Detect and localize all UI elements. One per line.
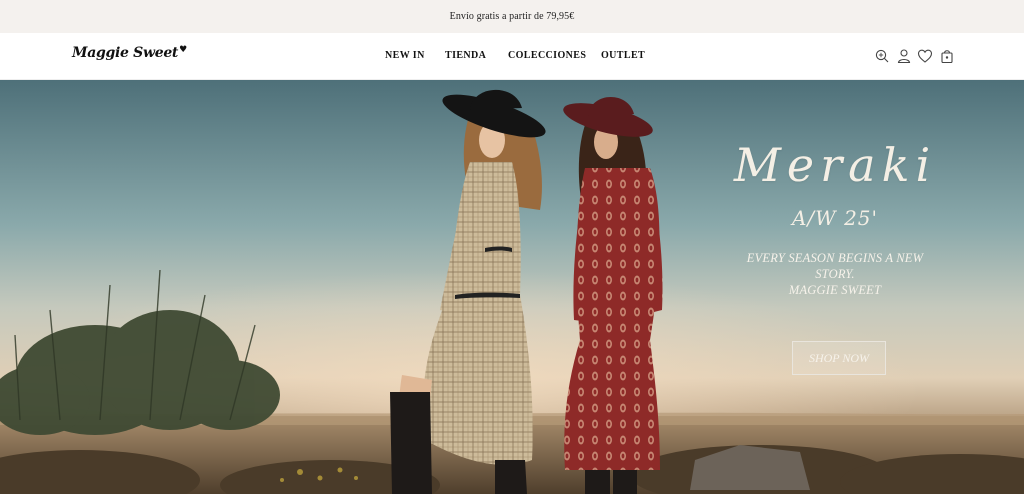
header-actions [872,48,956,66]
nav-item-tienda[interactable]: TIENDA [445,50,486,61]
hero-title: Meraki [733,138,937,192]
hero-tagline-line: STORY. [815,267,855,281]
hero-tagline-line: MAGGIE SWEET [788,283,882,297]
hero-banner[interactable]: Meraki A/W 25' EVERY SEASON BEGINS A NEW… [0,80,1024,494]
nav-item-new-in[interactable]: NEW IN [385,50,425,61]
brand-heart-mark: ♥ [179,45,187,55]
hero-tagline-line: EVERY SEASON BEGINS A NEW [746,251,924,265]
bag-icon[interactable] [939,48,955,64]
announcement-text: Envío gratis a partir de 79,95€ [449,11,575,22]
brand-logo-text: Maggie Sweet [72,45,179,61]
shop-now-button[interactable]: SHOP NOW [792,341,886,375]
user-icon[interactable] [896,48,912,64]
hero-tagline: EVERY SEASON BEGINS A NEW STORY. MAGGIE … [700,250,970,298]
search-icon[interactable] [874,48,890,64]
site-header: Maggie Sweet♥ NEW IN TIENDA COLECCIONES … [0,33,1024,80]
heart-icon[interactable] [917,48,933,64]
nav-item-colecciones[interactable]: COLECCIONES [508,50,586,61]
hero-copy: Meraki A/W 25' EVERY SEASON BEGINS A NEW… [700,138,970,375]
nav-item-outlet[interactable]: OUTLET [601,50,645,61]
brand-logo[interactable]: Maggie Sweet♥ [72,45,187,61]
hero-season: A/W 25' [791,206,879,230]
announcement-bar: Envío gratis a partir de 79,95€ [0,0,1024,33]
